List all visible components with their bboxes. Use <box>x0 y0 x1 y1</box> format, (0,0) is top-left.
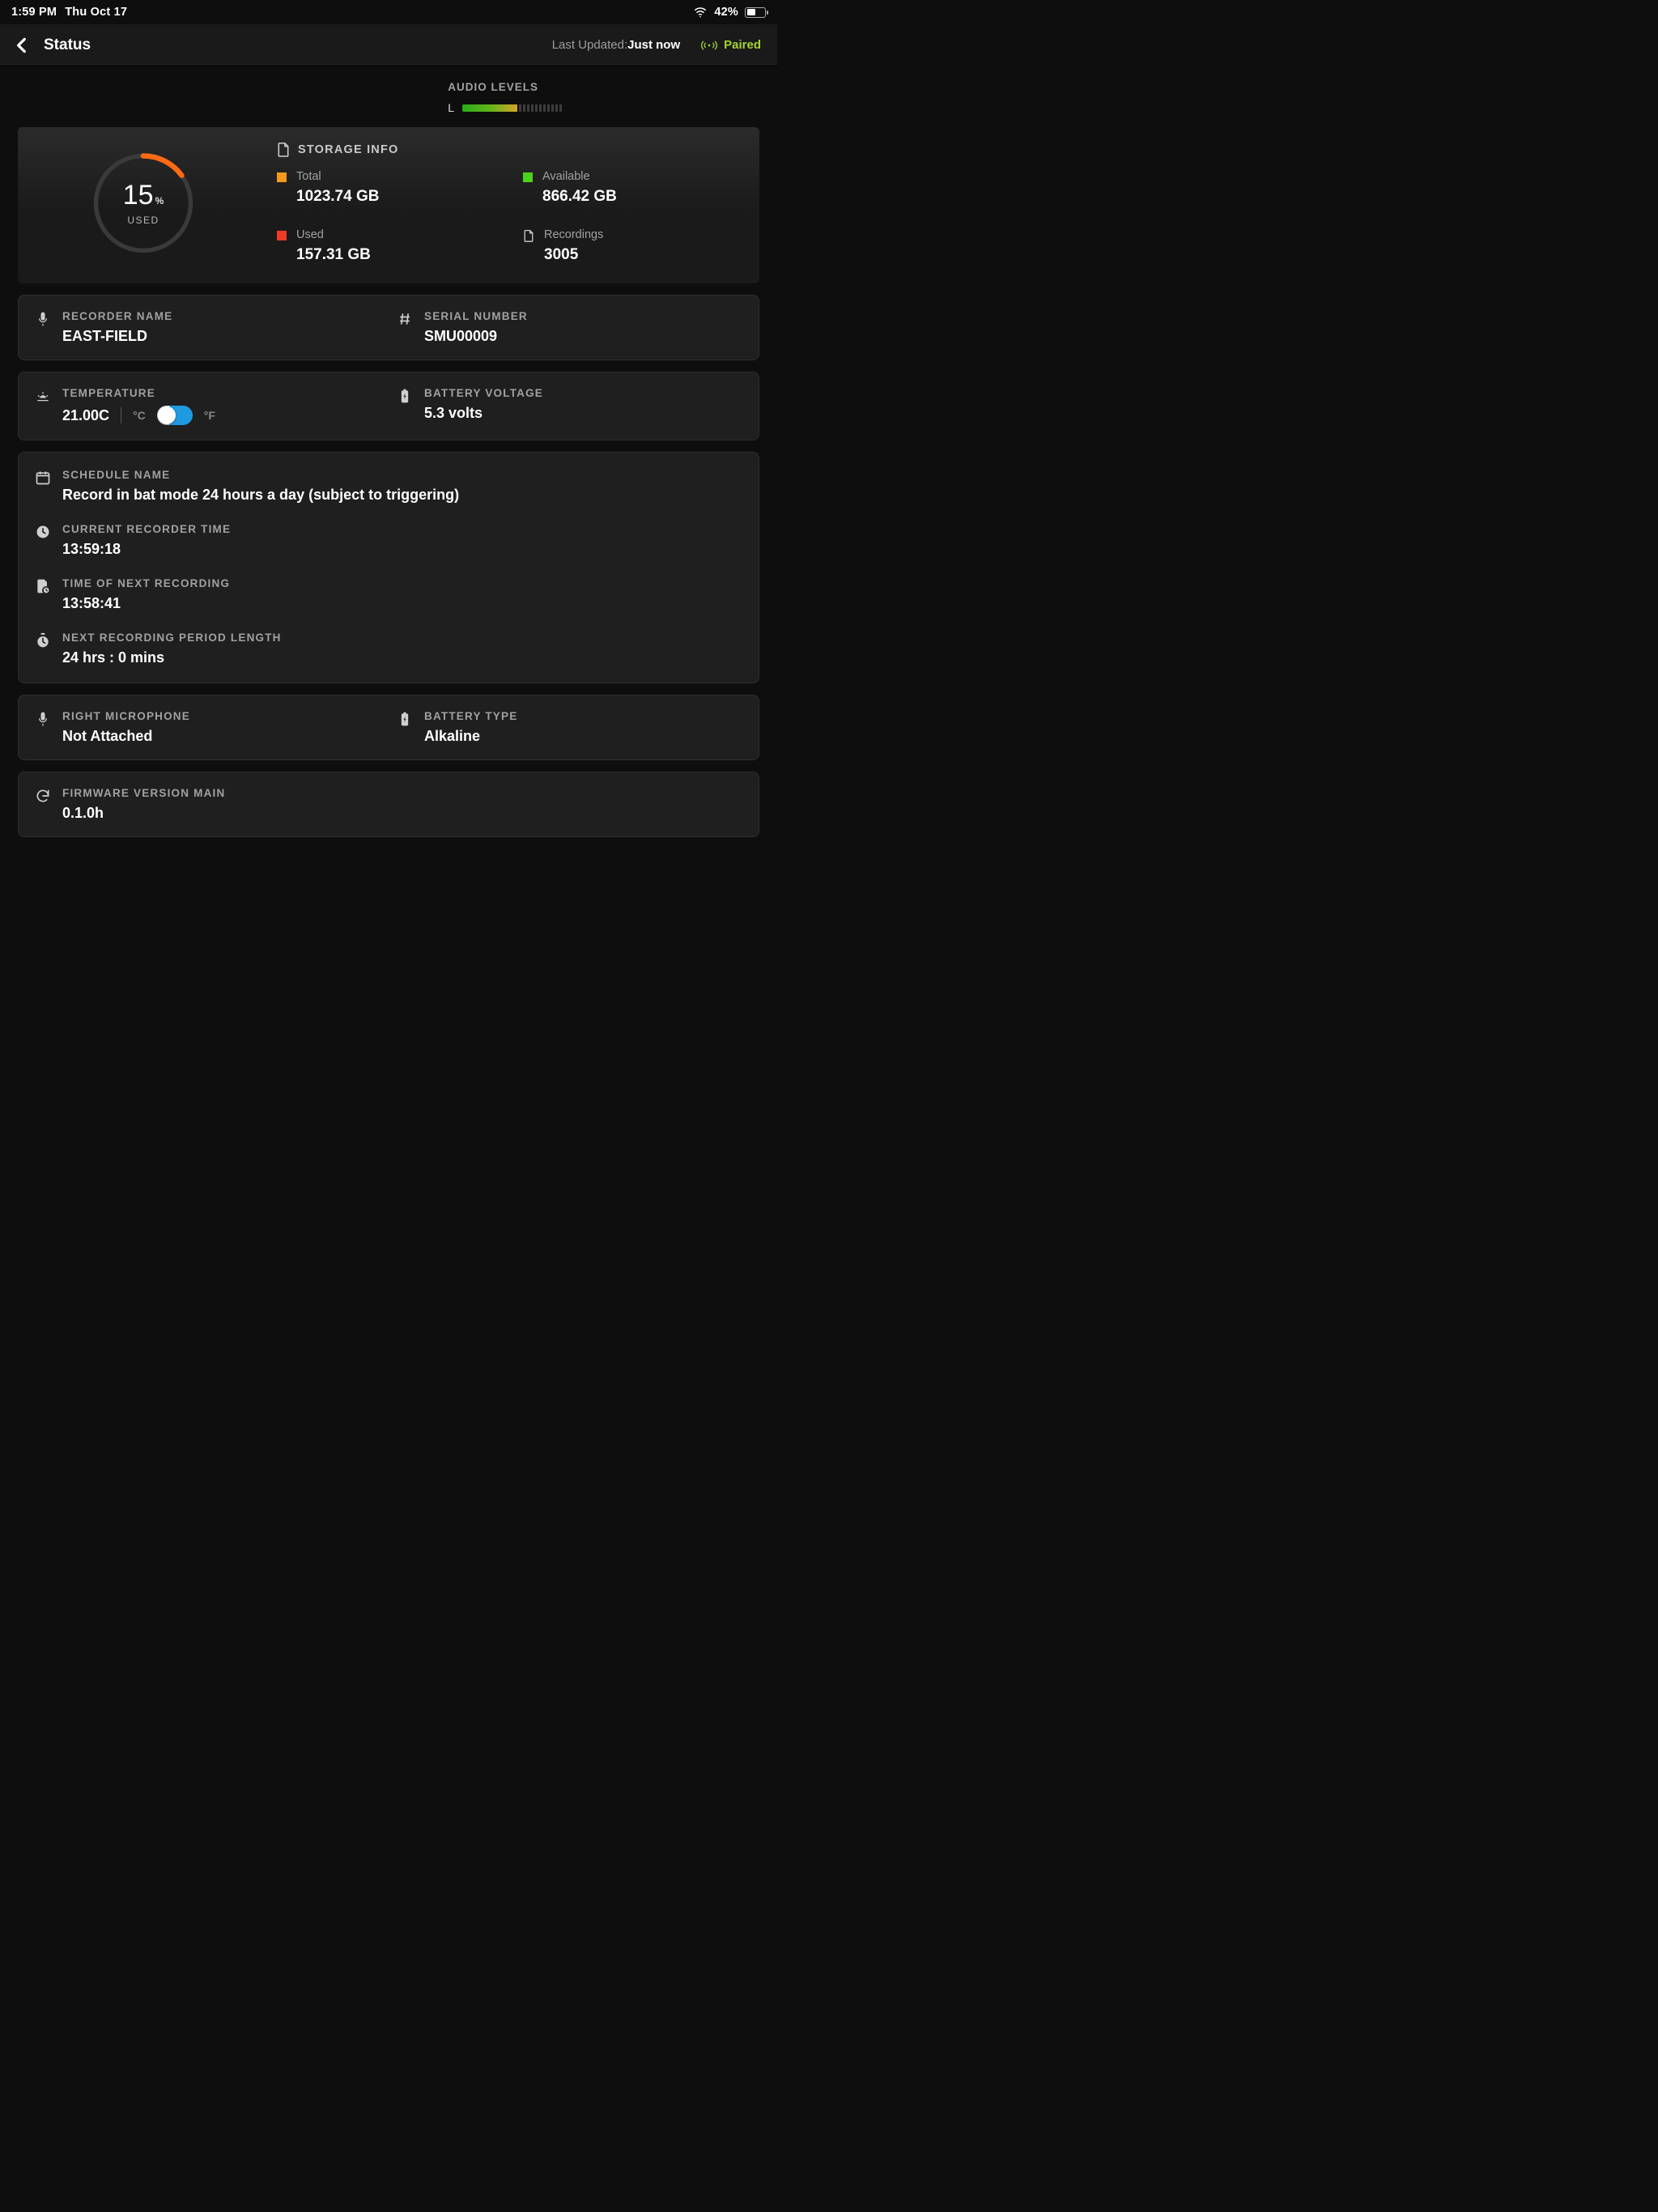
document-icon <box>523 229 534 242</box>
page-title: Status <box>44 36 91 54</box>
last-updated: Last Updated:Just now <box>552 38 680 52</box>
storage-recordings: Recordings 3005 <box>523 228 737 264</box>
battery-fill <box>747 9 755 15</box>
next-recording-label: TIME OF NEXT RECORDING <box>62 577 230 589</box>
storage-card: 15% USED STORAGE INFO Total 1023.74 GB <box>18 127 759 283</box>
calendar-icon <box>35 470 51 486</box>
firmware-label: FIRMWARE VERSION MAIN <box>62 787 225 799</box>
audio-levels-section: AUDIO LEVELS L <box>448 81 759 114</box>
environment-card: TEMPERATURE 21.00C °C °F BATTERY VOLTAGE… <box>18 372 759 440</box>
available-color-swatch <box>523 172 533 182</box>
recorder-time-label: CURRENT RECORDER TIME <box>62 523 231 535</box>
paired-text: Paired <box>724 38 761 52</box>
storage-used-label: USED <box>127 215 159 226</box>
storage-recordings-label: Recordings <box>544 228 603 241</box>
storage-total-label: Total <box>296 170 379 183</box>
audio-channel-label: L <box>448 101 454 114</box>
temperature-label: TEMPERATURE <box>62 387 215 399</box>
serial-value: SMU00009 <box>424 328 528 345</box>
period-length-value: 24 hrs : 0 mins <box>62 649 282 666</box>
temperature-value: 21.00C <box>62 407 109 424</box>
schedule-name-label: SCHEDULE NAME <box>62 469 459 481</box>
temp-unit-toggle[interactable] <box>157 406 193 425</box>
mic-battery-card: RIGHT MICROPHONE Not Attached BATTERY TY… <box>18 695 759 760</box>
wifi-icon <box>693 5 708 19</box>
period-length-label: NEXT RECORDING PERIOD LENGTH <box>62 632 282 644</box>
recorder-name-value: EAST-FIELD <box>62 328 172 345</box>
storage-usedbytes-label: Used <box>296 228 371 241</box>
serial-label: SERIAL NUMBER <box>424 310 528 322</box>
schedule-card: SCHEDULE NAME Record in bat mode 24 hour… <box>18 452 759 683</box>
battery-icon <box>745 7 766 18</box>
storage-usedbytes-value: 157.31 GB <box>296 246 371 264</box>
microphone-icon <box>35 311 51 327</box>
stopwatch-icon <box>35 632 51 649</box>
signal-icon <box>701 40 717 51</box>
firmware-card: FIRMWARE VERSION MAIN 0.1.0h <box>18 772 759 837</box>
statusbar-date: Thu Oct 17 <box>65 6 127 19</box>
voltage-value: 5.3 volts <box>424 405 543 422</box>
storage-available-value: 866.42 GB <box>542 188 617 206</box>
last-updated-label: Last Updated: <box>552 38 627 52</box>
storage-used-pct: 15 <box>123 180 154 211</box>
last-updated-value: Just now <box>627 38 680 52</box>
statusbar-time: 1:59 PM <box>11 6 57 19</box>
sync-icon <box>35 788 51 804</box>
recorder-card: RECORDER NAME EAST-FIELD SERIAL NUMBER S… <box>18 295 759 360</box>
temp-unit-f: °F <box>204 409 215 422</box>
storage-available: Available 866.42 GB <box>523 170 737 206</box>
battery-type-label: BATTERY TYPE <box>424 710 517 722</box>
schedule-name-value: Record in bat mode 24 hours a day (subje… <box>62 487 459 504</box>
storage-used: Used 157.31 GB <box>277 228 491 264</box>
audio-level-fill <box>462 104 517 112</box>
document-icon <box>277 142 290 157</box>
document-clock-icon <box>35 578 51 594</box>
firmware-value: 0.1.0h <box>62 805 225 822</box>
sunrise-icon <box>35 388 51 404</box>
recorder-name-label: RECORDER NAME <box>62 310 172 322</box>
temp-unit-c: °C <box>133 409 146 422</box>
storage-available-label: Available <box>542 170 617 183</box>
storage-total-value: 1023.74 GB <box>296 188 379 206</box>
next-recording-value: 13:58:41 <box>62 595 230 612</box>
voltage-label: BATTERY VOLTAGE <box>424 387 543 399</box>
storage-used-ring: 15% USED <box>91 151 196 256</box>
microphone-icon <box>35 711 51 727</box>
recorder-time-value: 13:59:18 <box>62 541 231 558</box>
total-color-swatch <box>277 172 287 182</box>
top-nav: Status Last Updated:Just now Paired <box>0 24 777 66</box>
statusbar-battery-pct: 42% <box>714 6 738 19</box>
storage-recordings-value: 3005 <box>544 246 603 264</box>
hash-icon <box>397 311 413 327</box>
back-icon[interactable] <box>11 35 32 56</box>
used-color-swatch <box>277 231 287 240</box>
battery-bolt-icon <box>397 388 413 404</box>
right-mic-label: RIGHT MICROPHONE <box>62 710 190 722</box>
audio-levels-title: AUDIO LEVELS <box>448 81 759 93</box>
device-statusbar: 1:59 PM Thu Oct 17 42% <box>0 0 777 24</box>
battery-type-value: Alkaline <box>424 728 517 745</box>
right-mic-value: Not Attached <box>62 728 190 745</box>
audio-level-meter <box>462 104 563 112</box>
battery-bolt-icon <box>397 711 413 727</box>
storage-total: Total 1023.74 GB <box>277 170 491 206</box>
paired-status: Paired <box>701 38 761 52</box>
storage-heading: STORAGE INFO <box>298 143 399 156</box>
clock-icon <box>35 524 51 540</box>
